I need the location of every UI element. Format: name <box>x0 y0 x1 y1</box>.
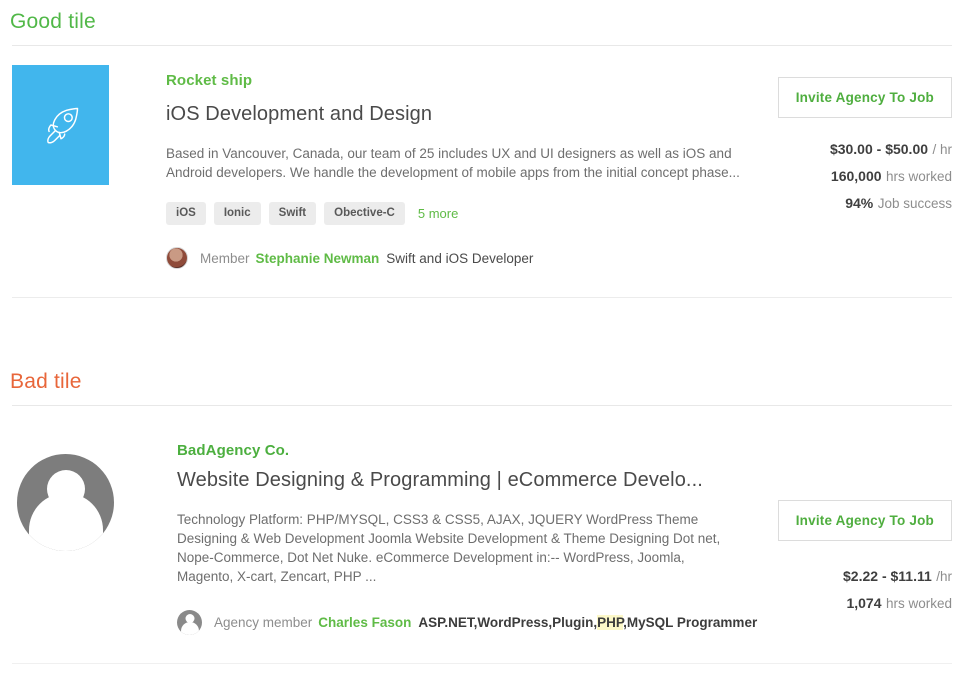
member-avatar-icon <box>166 247 188 269</box>
tile-divider-bad <box>12 663 952 664</box>
skill-tag[interactable]: iOS <box>166 202 206 225</box>
agency-title-bad[interactable]: Website Designing & Programming | eComme… <box>177 469 778 492</box>
hours-label: hrs worked <box>885 169 952 184</box>
agency-details-bad: BadAgency Co. Website Designing & Progra… <box>114 442 778 635</box>
rate-value: $2.22 - $11.11 <box>843 568 932 584</box>
member-role-part2: ,MySQL Programmer <box>623 615 758 630</box>
invite-agency-to-job-button[interactable]: Invite Agency To Job <box>777 500 952 541</box>
rate-value: $30.00 - $50.00 <box>829 141 929 157</box>
more-skills-link[interactable]: 5 more <box>418 206 458 221</box>
agency-title-good[interactable]: iOS Development and Design <box>166 103 778 126</box>
agency-tile-bad: BadAgency Co. Website Designing & Progra… <box>0 442 964 635</box>
avatar-body-shape <box>180 622 199 635</box>
member-role-highlight: PHP <box>597 615 624 630</box>
skill-tag[interactable]: Obective-C <box>324 202 405 225</box>
agency-logo-container-bad <box>12 442 114 551</box>
member-role: Swift and iOS Developer <box>386 250 534 266</box>
agency-details-good: Rocket ship iOS Development and Design B… <box>109 65 778 269</box>
bad-tile-section: Bad tile BadAgency Co. Website Designing… <box>0 370 964 664</box>
agency-name-good[interactable]: Rocket ship <box>166 72 778 89</box>
rate-unit: / hr <box>932 142 952 157</box>
rate-unit: /hr <box>936 569 952 584</box>
member-role: ASP.NET,WordPress,Plugin,PHP,MySQL Progr… <box>418 615 757 630</box>
member-label: Member <box>200 250 250 266</box>
rocket-icon <box>46 107 78 144</box>
page-root: Good tile Rocket ship iOS Development an… <box>0 0 964 686</box>
member-row-bad: Agency member Charles Fason ASP.NET,Word… <box>177 610 778 635</box>
hours-stat: 160,000 hrs worked <box>830 168 952 186</box>
hours-label: hrs worked <box>885 596 952 611</box>
agency-description-good: Based in Vancouver, Canada, our team of … <box>166 146 740 180</box>
skill-tag[interactable]: Swift <box>268 202 317 225</box>
section-divider-good <box>12 45 952 46</box>
section-heading-bad: Bad tile <box>10 370 82 393</box>
user-placeholder-icon <box>17 454 114 551</box>
section-heading-good: Good tile <box>10 10 96 33</box>
agency-description-bad: Technology Platform: PHP/MYSQL, CSS3 & C… <box>177 512 721 584</box>
skill-tag[interactable]: Ionic <box>213 202 261 225</box>
job-success-value: 94% <box>845 195 874 211</box>
job-success-stat: 94% Job success <box>830 195 952 213</box>
agency-stats-good: $30.00 - $50.00 / hr 160,000 hrs worked … <box>830 141 952 213</box>
agency-name-bad[interactable]: BadAgency Co. <box>177 442 778 459</box>
member-avatar-icon <box>177 610 202 635</box>
tile-divider-good <box>12 297 952 298</box>
hours-value: 1,074 <box>846 595 882 611</box>
section-divider-bad <box>12 405 952 406</box>
member-name-link[interactable]: Charles Fason <box>318 615 411 630</box>
rate-stat: $2.22 - $11.11 /hr <box>843 568 952 586</box>
hours-value: 160,000 <box>830 168 882 184</box>
good-tile-section: Good tile Rocket ship iOS Development an… <box>0 10 964 298</box>
member-name-link[interactable]: Stephanie Newman <box>256 251 380 266</box>
agency-tile-good: Rocket ship iOS Development and Design B… <box>0 65 964 269</box>
agency-logo-good <box>12 65 109 185</box>
member-row-good: Member Stephanie Newman Swift and iOS De… <box>166 247 778 269</box>
agency-stats-bad: $2.22 - $11.11 /hr 1,074 hrs worked <box>843 568 952 613</box>
agency-actions-good: Invite Agency To Job $30.00 - $50.00 / h… <box>777 65 952 213</box>
member-label: Agency member <box>214 615 313 630</box>
member-role-part1: ASP.NET,WordPress,Plugin, <box>418 615 598 630</box>
agency-logo-container-good <box>12 65 109 185</box>
avatar-body-shape <box>28 493 103 551</box>
invite-agency-to-job-button[interactable]: Invite Agency To Job <box>777 77 952 118</box>
hours-stat: 1,074 hrs worked <box>843 595 952 613</box>
job-success-label: Job success <box>877 196 952 211</box>
agency-actions-bad: Invite Agency To Job $2.22 - $11.11 /hr … <box>777 442 952 613</box>
skill-tag-list: iOS Ionic Swift Obective-C 5 more <box>166 202 778 225</box>
rate-stat: $30.00 - $50.00 / hr <box>830 141 952 159</box>
